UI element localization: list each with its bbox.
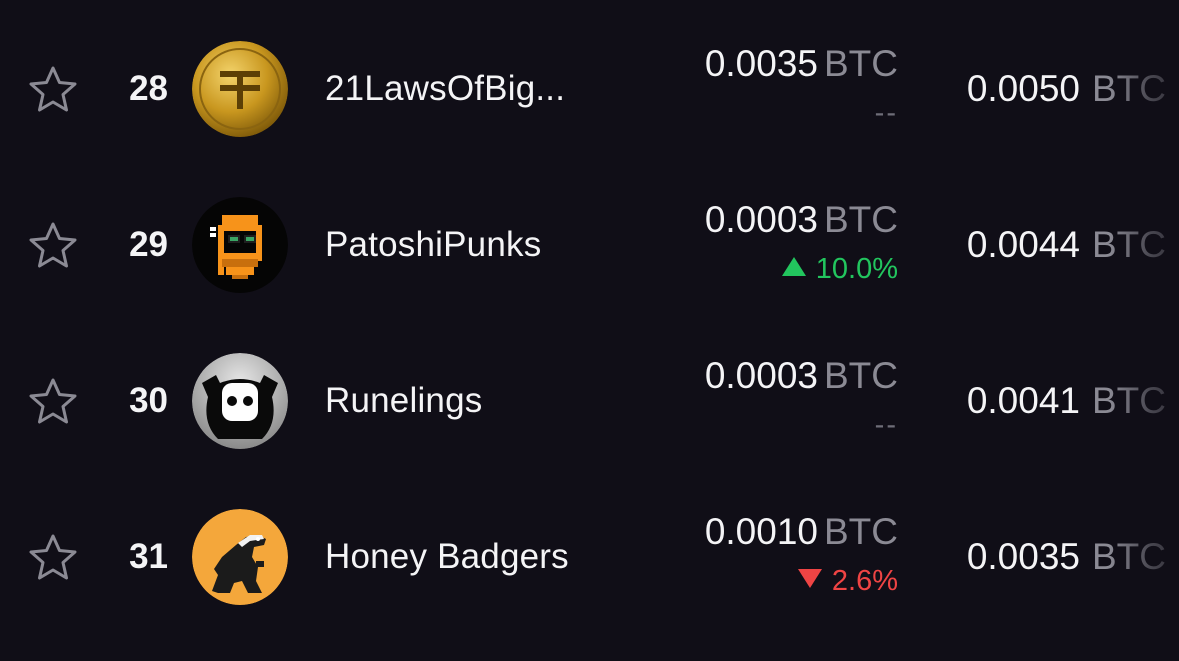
star-icon[interactable] [28, 65, 78, 113]
floor-price-unit: BTC [824, 511, 898, 552]
floor-price-value: 0.0010 [704, 511, 818, 552]
volume-value: 0.0044 [966, 224, 1080, 265]
star-icon[interactable] [28, 221, 78, 269]
price-change: -- [874, 97, 898, 129]
volume-value: 0.0050 [966, 68, 1080, 109]
floor-price-value: 0.0003 [704, 199, 818, 240]
volume-unit: BTC [1092, 380, 1166, 421]
volume-value: 0.0041 [966, 380, 1080, 421]
collection-row[interactable]: 28 21LawsOfBig... 0.0035 BTC -- 0.0050 B… [0, 10, 1179, 166]
collection-row[interactable]: 31 Honey Badgers 0.0010 BTC 2.6% 0.0035 B… [0, 478, 1179, 634]
floor-price: 0.0010 BTC 2.6% [705, 511, 898, 597]
price-change-value: 2.6% [831, 565, 898, 597]
pixel-punk-icon[interactable] [192, 197, 288, 293]
star-icon[interactable] [28, 533, 78, 581]
floor-price-unit: BTC [824, 355, 898, 396]
honey-badger-icon[interactable] [192, 509, 288, 605]
floor-price-unit: BTC [824, 43, 898, 84]
rank: 29 [129, 225, 168, 264]
volume-unit: BTC [1092, 536, 1166, 577]
collection-name[interactable]: Honey Badgers [325, 537, 569, 577]
triangle-down-icon [797, 569, 822, 588]
runeling-creature-icon[interactable] [192, 353, 288, 449]
volume-unit: BTC [1092, 68, 1166, 109]
rank: 30 [129, 381, 168, 420]
collection-name[interactable]: Runelings [325, 381, 482, 421]
floor-price: 0.0003 BTC -- [705, 355, 898, 441]
collection-name[interactable]: PatoshiPunks [325, 225, 541, 265]
triangle-up-icon [781, 257, 806, 276]
collection-row[interactable]: 29 PatoshiPunks 0.0003 BTC 10.0% 0.0044 … [0, 166, 1179, 322]
gold-coin-tether-icon[interactable] [192, 41, 288, 137]
price-change-value: 10.0% [815, 253, 898, 285]
collection-list: 28 21LawsOfBig... 0.0035 BTC -- 0.0050 B… [0, 0, 1179, 661]
floor-price-value: 0.0003 [704, 355, 818, 396]
price-change: 10.0% [705, 253, 898, 285]
rank: 31 [129, 537, 168, 576]
floor-price-value: 0.0035 [704, 43, 818, 84]
floor-price-unit: BTC [824, 199, 898, 240]
collection-name[interactable]: 21LawsOfBig... [325, 69, 565, 109]
price-change: -- [874, 409, 898, 441]
floor-price: 0.0003 BTC 10.0% [705, 199, 898, 285]
floor-price: 0.0035 BTC -- [705, 43, 898, 129]
star-icon[interactable] [28, 377, 78, 425]
rank: 28 [129, 69, 168, 108]
price-change: 2.6% [705, 565, 898, 597]
volume-unit: BTC [1092, 224, 1166, 265]
volume-value: 0.0035 [966, 536, 1080, 577]
collection-row[interactable]: 30 Runelings 0.0003 BTC -- 0.0041 BTC [0, 322, 1179, 478]
